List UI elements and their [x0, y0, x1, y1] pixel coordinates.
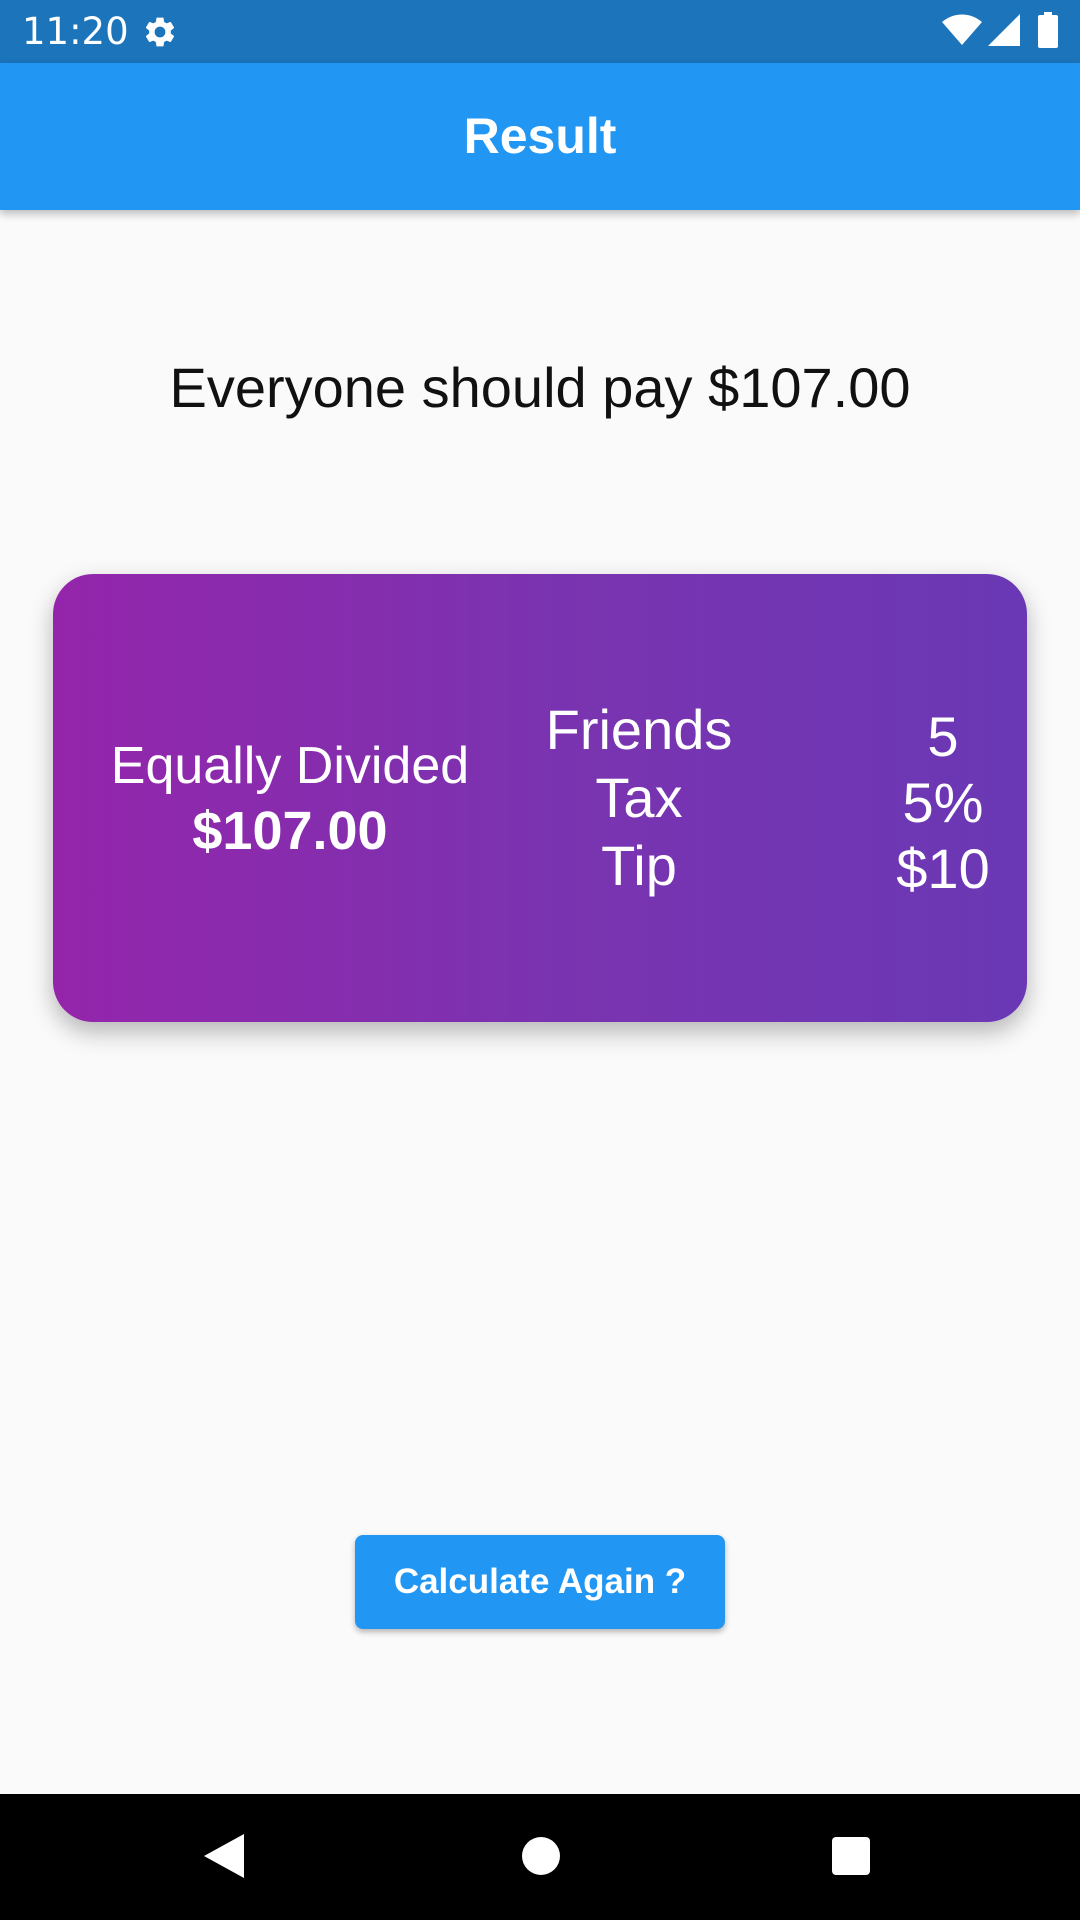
wifi-icon	[942, 14, 982, 45]
calculate-again-button[interactable]: Calculate Again ?	[355, 1535, 725, 1629]
tax-value: 5%	[902, 771, 984, 834]
split-amount: $107.00	[192, 801, 388, 861]
payment-headline: Everyone should pay $107.00	[169, 356, 911, 419]
battery-icon	[1038, 12, 1058, 48]
tip-label: Tip	[601, 834, 677, 897]
recents-icon[interactable]	[831, 1836, 871, 1876]
status-bar: 11:20	[0, 0, 1080, 63]
split-summary: Equally Divided $107.00	[53, 734, 527, 864]
gear-icon	[145, 17, 175, 47]
split-label: Equally Divided	[110, 737, 470, 795]
detail-values: 5 5% $10	[873, 704, 1013, 902]
app-bar: Result	[0, 63, 1080, 210]
signal-icon	[988, 14, 1020, 46]
summary-card: Equally Divided $107.00 Friends Tax Tip …	[53, 574, 1027, 1022]
back-icon[interactable]	[204, 1832, 248, 1880]
detail-labels: Friends Tax Tip	[539, 696, 739, 900]
navigation-bar	[0, 1794, 1080, 1920]
home-icon[interactable]	[521, 1836, 561, 1876]
tax-label: Tax	[595, 766, 683, 829]
tip-value: $10	[896, 837, 990, 900]
friends-value: 5	[927, 705, 959, 768]
page-title: Result	[463, 108, 617, 164]
status-time: 11:20	[22, 10, 129, 53]
friends-label: Friends	[545, 698, 733, 761]
